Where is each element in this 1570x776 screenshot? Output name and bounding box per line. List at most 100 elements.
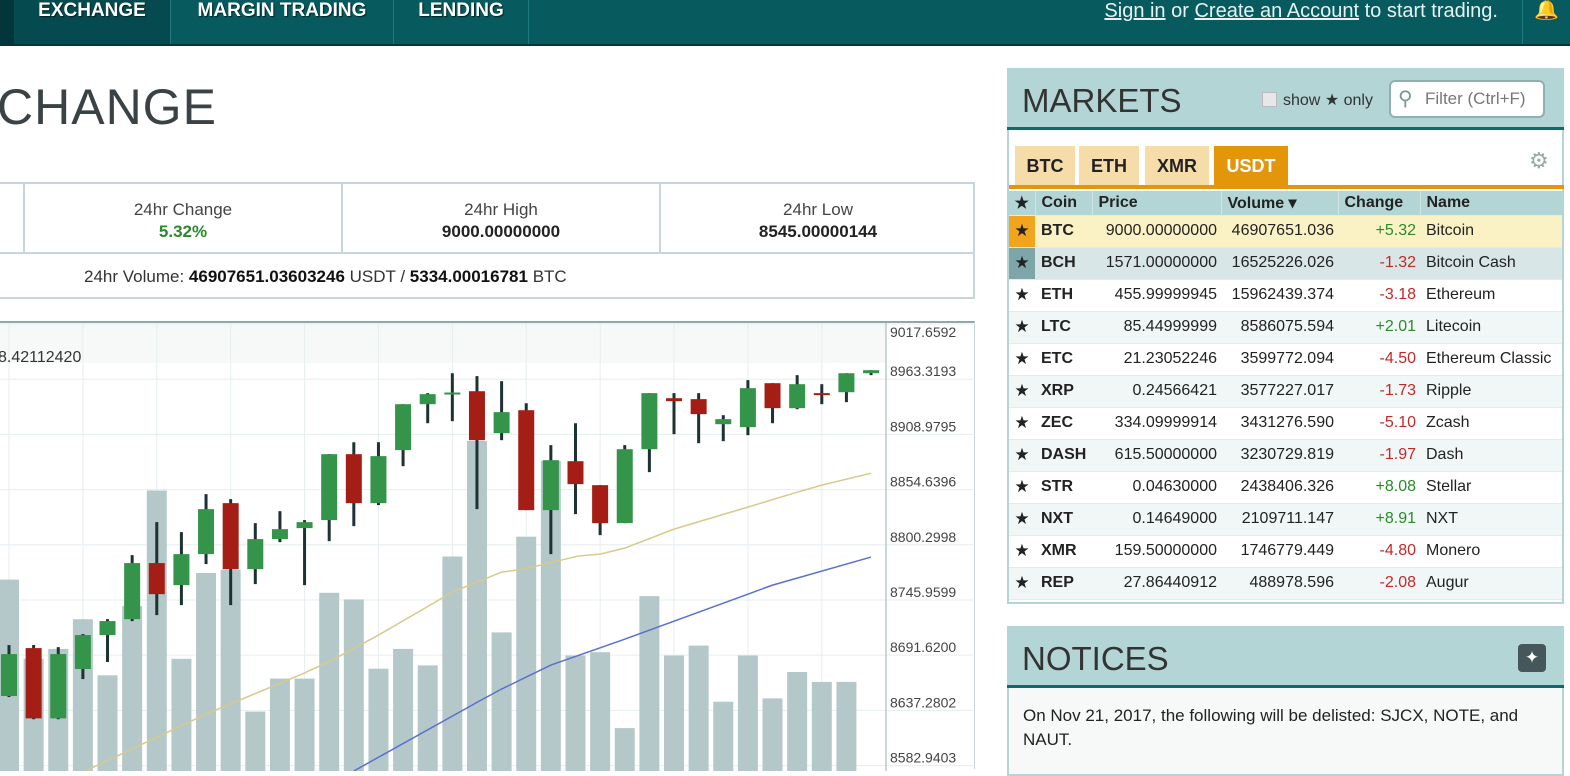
column-change[interactable]: Change (1337, 191, 1420, 215)
coin-name: NXT (1420, 503, 1562, 535)
volume-bar (319, 592, 340, 771)
filter-input[interactable]: ⚲ Filter (Ctrl+F) (1389, 80, 1545, 118)
volume-bar (196, 573, 217, 771)
candle-body (50, 654, 67, 719)
star-icon[interactable]: ★ (1009, 215, 1035, 247)
only-label: only (1343, 92, 1373, 109)
candle-body (247, 539, 264, 570)
star-icon[interactable]: ★ (1009, 567, 1035, 599)
coin-symbol: XRP (1035, 375, 1092, 407)
star-column-header[interactable]: ★ (1009, 191, 1035, 215)
coin-price: 21.23052246 (1092, 343, 1221, 375)
coin-name: Litecoin (1420, 311, 1562, 343)
coin-price: 1571.00000000 (1092, 247, 1221, 279)
column-name[interactable]: Name (1419, 191, 1562, 215)
star-icon[interactable]: ★ (1009, 407, 1035, 439)
markets-table: ★ Coin Price Volume ▾ Change Name ★ BTC … (1009, 191, 1562, 600)
coin-change: -2.08 (1338, 567, 1420, 599)
market-row-zec[interactable]: ★ ZEC 334.09999914 3431276.590 -5.10 Zca… (1009, 407, 1562, 439)
nav-tab-exchange[interactable]: EXCHANGE (14, 0, 171, 44)
volume-bar (368, 668, 389, 771)
star-icon[interactable]: ★ (1009, 535, 1035, 567)
notices-panel: NOTICES ✦ On Nov 21, 2017, the following… (1007, 626, 1564, 776)
candle-body (148, 563, 165, 595)
candle-body (395, 404, 412, 451)
market-row-eth[interactable]: ★ ETH 455.99999945 15962439.374 -3.18 Et… (1009, 279, 1562, 311)
column-coin[interactable]: Coin (1034, 191, 1092, 215)
coin-volume: 46907651.036 (1221, 215, 1338, 247)
market-row-nxt[interactable]: ★ NXT 0.14649000 2109711.147 +8.91 NXT (1009, 503, 1562, 535)
market-tab-xmr[interactable]: XMR (1145, 146, 1209, 186)
market-tab-eth[interactable]: ETH (1079, 146, 1139, 186)
coin-change: +2.01 (1338, 311, 1420, 343)
coin-symbol: ETH (1035, 279, 1092, 311)
page-title: CHANGE (0, 79, 217, 135)
star-icon[interactable]: ★ (1009, 471, 1035, 503)
volume-bar (811, 681, 832, 771)
market-row-str[interactable]: ★ STR 0.04630000 2438406.326 +8.08 Stell… (1009, 471, 1562, 503)
candle-body (739, 388, 756, 428)
chart-canvas[interactable]: 9017.6592 8963.3193 8908.9795 8854.6396 8800… (0, 323, 975, 771)
nav-tab-lending[interactable]: LENDING (394, 0, 529, 44)
candle-body (764, 383, 781, 409)
column-volume[interactable]: Volume ▾ (1220, 191, 1338, 215)
market-row-bch[interactable]: ★ BCH 1571.00000000 16525226.026 -1.32 B… (1009, 247, 1562, 279)
notices-title: NOTICES (1022, 640, 1169, 677)
coin-symbol: BCH (1035, 247, 1092, 279)
star-icon[interactable]: ★ (1009, 375, 1035, 407)
volume-bar (787, 672, 808, 771)
market-row-rep[interactable]: ★ REP 27.86440912 488978.596 -2.08 Augur (1009, 567, 1562, 599)
24hr-volume: 24hr Volume: 46907651.03603246 USDT / 53… (0, 252, 973, 299)
sign-in-link[interactable]: Sign in (1104, 0, 1165, 22)
market-tab-btc[interactable]: BTC (1015, 146, 1075, 186)
show-label: show (1283, 92, 1321, 109)
notice-text: On Nov 21, 2017, the following will be d… (1023, 706, 1519, 749)
coin-price: 0.04630000 (1092, 471, 1221, 503)
candle-body (789, 384, 806, 409)
market-row-etc[interactable]: ★ ETC 21.23052246 3599772.094 -4.50 Ethe… (1009, 343, 1562, 375)
or-text: or (1165, 0, 1195, 22)
y-tick-label: 8963.3193 (890, 363, 956, 379)
coin-volume: 2109711.147 (1221, 503, 1338, 535)
coin-symbol: LTC (1035, 311, 1092, 343)
market-row-xrp[interactable]: ★ XRP 0.24566421 3577227.017 -1.73 Rippl… (1009, 375, 1562, 407)
search-icon: ⚲ (1398, 88, 1413, 110)
star-icon[interactable]: ★ (1009, 247, 1035, 279)
coin-volume: 3230729.819 (1221, 439, 1338, 471)
star-icon[interactable]: ★ (1009, 343, 1035, 375)
market-tab-usdt[interactable]: USDT (1214, 146, 1288, 186)
star-icon[interactable]: ★ (1009, 311, 1035, 343)
stat-label: 24hr Low (783, 200, 853, 219)
market-row-dash[interactable]: ★ DASH 615.50000000 3230729.819 -1.97 Da… (1009, 439, 1562, 471)
gear-icon[interactable]: ⚙ (1529, 148, 1549, 174)
y-tick-label: 8854.6396 (890, 474, 956, 490)
show-starred-only-toggle[interactable]: show ★ only (1262, 90, 1373, 110)
candle-body (493, 412, 510, 434)
market-row-ltc[interactable]: ★ LTC 85.44999999 8586075.594 +2.01 Lite… (1009, 311, 1562, 343)
market-row-btc[interactable]: ★ BTC 9000.00000000 46907651.036 +5.32 B… (1009, 215, 1562, 247)
bell-icon[interactable]: 🔔 (1522, 0, 1570, 44)
market-row-xmr[interactable]: ★ XMR 159.50000000 1746779.449 -4.80 Mon… (1009, 535, 1562, 567)
coin-name: Bitcoin (1420, 215, 1562, 247)
candle-body (271, 529, 288, 540)
stat-24hr-change: 24hr Change 5.32% (23, 184, 341, 252)
star-icon[interactable]: ★ (1009, 439, 1035, 471)
coin-volume: 15962439.374 (1221, 279, 1338, 311)
coin-volume: 3577227.017 (1221, 375, 1338, 407)
candle-body (715, 419, 732, 425)
star-icon[interactable]: ★ (1009, 279, 1035, 311)
candlestick-chart[interactable]: 9017.6592 8963.3193 8908.9795 8854.6396 8800… (0, 321, 975, 771)
nav-tab-margin-trading[interactable]: MARGIN TRADING (171, 0, 394, 44)
starred-only-checkbox[interactable] (1262, 92, 1277, 107)
create-account-link[interactable]: Create an Account (1194, 0, 1359, 22)
column-price[interactable]: Price (1091, 191, 1221, 215)
stats-panel: 24hr Change 5.32% 24hr High 9000.0000000… (0, 182, 975, 299)
twitter-icon[interactable]: ✦ (1518, 644, 1546, 672)
coin-symbol: STR (1035, 471, 1092, 503)
candle-body (863, 370, 880, 374)
coin-symbol: DASH (1035, 439, 1092, 471)
coin-symbol: ZEC (1035, 407, 1092, 439)
volume-bar (737, 655, 758, 771)
filter-placeholder: Filter (Ctrl+F) (1425, 89, 1526, 108)
star-icon[interactable]: ★ (1009, 503, 1035, 535)
